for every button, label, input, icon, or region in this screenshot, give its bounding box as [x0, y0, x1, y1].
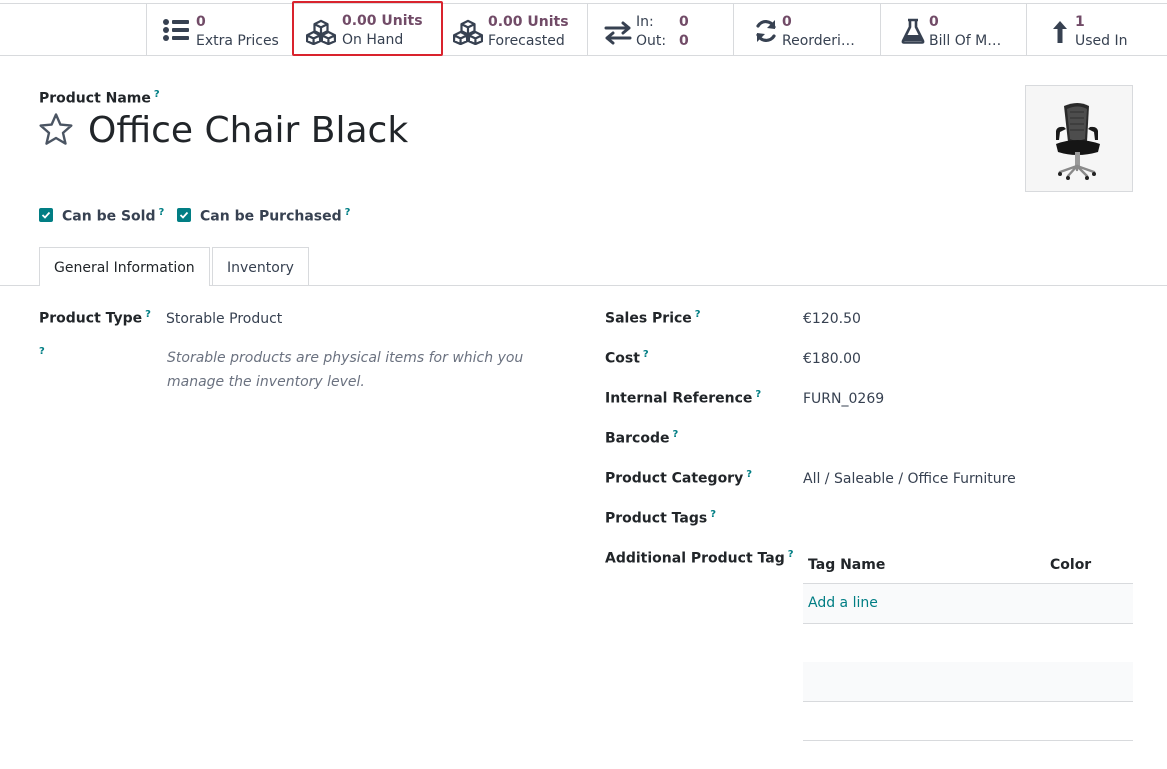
on-hand-button[interactable]: 0.00 Units On Hand [292, 1, 443, 56]
sales-price-label: Sales Price? [605, 309, 701, 327]
help-tooltip-icon[interactable]: ? [345, 207, 351, 218]
product-type-help-text: Storable products are physical items for… [167, 350, 524, 390]
refresh-icon [756, 20, 776, 42]
level-up-icon [1053, 21, 1067, 43]
can-be-purchased-text: Can be Purchased [200, 208, 342, 225]
reordering-rules-button[interactable]: 0 Reorderi… [733, 3, 880, 55]
cost-label-text: Cost [605, 350, 640, 367]
bom-count: 0 [929, 14, 939, 30]
forecasted-qty: 0.00 Units [488, 14, 569, 30]
can-be-purchased-checkbox[interactable] [177, 208, 191, 222]
forecasted-label: Forecasted [488, 33, 565, 49]
help-tooltip-icon[interactable]: ? [788, 549, 794, 560]
internal-reference-field[interactable]: FURN_0269 [803, 391, 884, 407]
sales-price-field[interactable]: €120.50 [803, 311, 861, 327]
barcode-field[interactable] [803, 431, 1133, 451]
out-count: 0 [679, 33, 689, 49]
cubes-icon [306, 19, 336, 45]
help-tooltip-icon[interactable]: ? [643, 349, 649, 360]
list-icon [163, 19, 189, 41]
office-chair-image [1056, 103, 1100, 180]
additional-product-tag-label-text: Additional Product Tag [605, 550, 785, 567]
used-in-label: Used In [1075, 33, 1128, 49]
product-type-label-text: Product Type [39, 310, 143, 327]
extra-prices-count: 0 [196, 14, 206, 30]
on-hand-qty: 0.00 Units [342, 13, 423, 29]
product-name-label-text: Product Name [39, 90, 151, 107]
bom-label: Bill Of M… [929, 33, 1002, 49]
help-tooltip-icon[interactable]: ? [695, 309, 701, 320]
help-tooltip-icon[interactable]: ? [154, 89, 160, 100]
cubes-icon [453, 19, 483, 45]
bill-of-materials-button[interactable]: 0 Bill Of M… [880, 3, 1026, 55]
extra-prices-button[interactable]: 0 Extra Prices [146, 3, 292, 55]
product-category-label-text: Product Category [605, 470, 744, 487]
help-tooltip-icon[interactable]: ? [145, 309, 151, 320]
on-hand-label: On Hand [342, 32, 404, 48]
additional-product-tag-label: Additional Product Tag? [605, 549, 794, 567]
checkmark-icon [41, 211, 51, 219]
used-in-count: 1 [1075, 14, 1085, 30]
in-label: In: [636, 14, 654, 30]
can-be-sold-label: Can be Sold? [62, 207, 164, 225]
flask-icon [901, 18, 925, 44]
sales-price-label-text: Sales Price [605, 310, 692, 327]
forecasted-button[interactable]: 0.00 Units Forecasted [443, 3, 587, 55]
product-tags-field[interactable] [803, 511, 1133, 531]
barcode-label-text: Barcode [605, 430, 670, 447]
barcode-label: Barcode? [605, 429, 678, 447]
product-type-select[interactable]: Storable Product [166, 311, 282, 327]
in-count: 0 [679, 14, 689, 30]
reordering-count: 0 [782, 14, 792, 30]
cost-field[interactable]: €180.00 [803, 351, 861, 367]
table-row [803, 701, 1133, 741]
product-category-field[interactable]: All / Saleable / Office Furniture [803, 471, 1016, 487]
help-tooltip-icon[interactable]: ? [746, 469, 752, 480]
product-tags-label: Product Tags? [605, 509, 716, 527]
help-tooltip-icon[interactable]: ? [158, 207, 164, 218]
tag-name-column-header[interactable]: Tag Name [808, 557, 885, 573]
used-in-button[interactable]: 1 Used In [1026, 3, 1167, 55]
tab-general-information[interactable]: General Information [39, 247, 210, 286]
can-be-sold-checkbox[interactable] [39, 208, 53, 222]
product-name-title[interactable]: Office Chair Black [88, 108, 408, 154]
tab-inventory[interactable]: Inventory [212, 247, 309, 285]
color-column-header[interactable]: Color [1050, 557, 1091, 573]
button-bar-bottom-border [0, 55, 1167, 56]
internal-reference-label-text: Internal Reference [605, 390, 753, 407]
product-tags-label-text: Product Tags [605, 510, 708, 527]
out-label: Out: [636, 33, 667, 49]
product-category-label: Product Category? [605, 469, 752, 487]
internal-reference-label: Internal Reference? [605, 389, 761, 407]
in-out-button[interactable]: In: 0 Out: 0 [587, 3, 733, 55]
help-tooltip-icon[interactable]: ? [710, 509, 716, 520]
help-tooltip-icon[interactable]: ? [39, 346, 45, 357]
reordering-label: Reorderi… [782, 33, 855, 49]
table-row [803, 662, 1133, 702]
exchange-icon [604, 21, 632, 45]
can-be-purchased-label: Can be Purchased? [200, 207, 350, 225]
product-name-label: Product Name? [39, 89, 160, 107]
checkmark-icon [179, 211, 189, 219]
cost-label: Cost? [605, 349, 649, 367]
help-tooltip-icon[interactable]: ? [672, 429, 678, 440]
product-type-label: Product Type? [39, 309, 151, 327]
help-tooltip-icon[interactable]: ? [755, 389, 761, 400]
extra-prices-label: Extra Prices [196, 33, 279, 49]
product-image[interactable] [1025, 85, 1133, 192]
table-row [803, 623, 1133, 663]
tag-table-header: Tag Name Color [803, 549, 1133, 584]
favorite-star-icon[interactable] [38, 112, 74, 148]
can-be-sold-text: Can be Sold [62, 208, 156, 225]
add-a-line-link[interactable]: Add a line [808, 595, 878, 611]
